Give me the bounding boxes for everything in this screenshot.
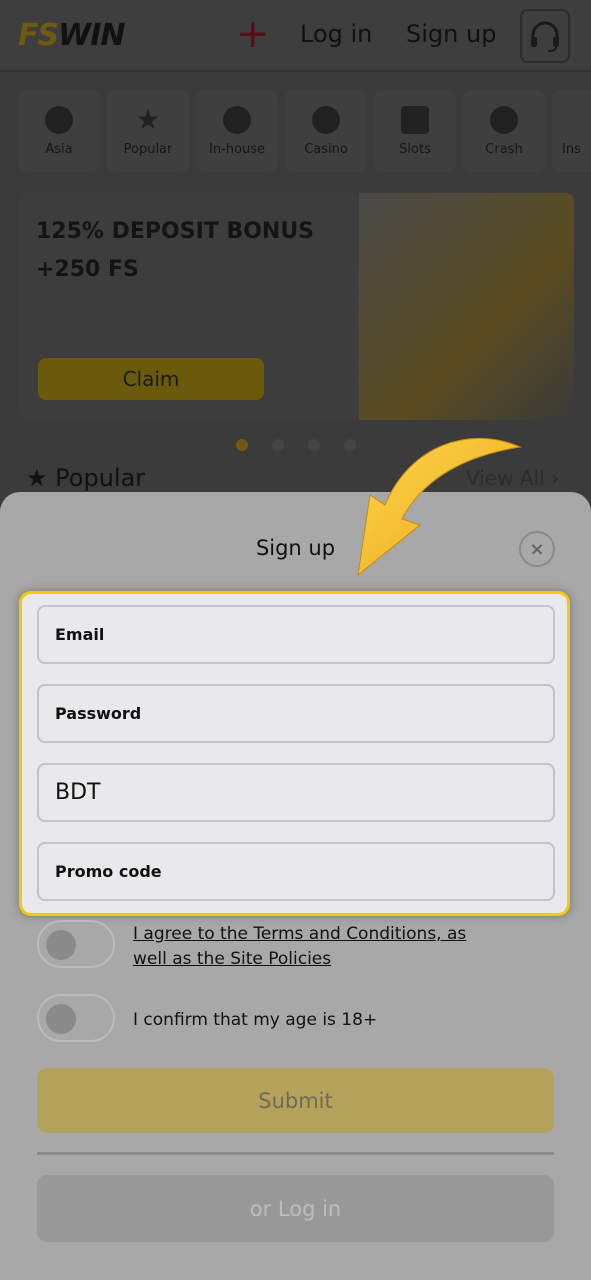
slot-machine-icon	[401, 105, 429, 134]
terms-toggle[interactable]	[37, 920, 115, 968]
email-field[interactable]: Email	[37, 605, 555, 664]
category-slots[interactable]: Slots	[374, 90, 456, 172]
instant-icon	[562, 106, 576, 134]
plus-icon[interactable]: +	[236, 14, 270, 54]
category-label: Ins	[562, 141, 581, 157]
category-instant[interactable]: Ins	[552, 90, 591, 172]
carousel-dot[interactable]	[308, 439, 320, 451]
category-casino[interactable]: Casino	[285, 90, 367, 172]
roulette-icon	[312, 105, 340, 134]
category-in-house[interactable]: In-house	[196, 90, 278, 172]
login-link[interactable]: Log in	[300, 20, 372, 48]
headset-icon	[531, 21, 559, 52]
curved-arrow-icon	[357, 437, 522, 577]
star-icon: ★	[26, 464, 48, 492]
terms-line1[interactable]: I agree to the Terms and Conditions, as	[133, 922, 466, 947]
support-button[interactable]	[520, 9, 570, 63]
carousel-dot[interactable]	[236, 439, 248, 451]
in-house-icon	[223, 105, 251, 134]
banner-title: 125% DEPOSIT BONUS +250 FS	[36, 213, 314, 289]
logo[interactable]: FSWIN	[18, 18, 125, 53]
category-bar: Asia ★ Popular In-house Casino Slots Cras…	[18, 90, 591, 172]
login-button[interactable]: or Log in	[37, 1175, 554, 1242]
terms-line2[interactable]: well as the Site Policies	[133, 947, 466, 972]
banner-line2: +250 FS	[36, 257, 139, 282]
category-label: Slots	[399, 141, 431, 157]
section-title: ★ Popular	[26, 464, 145, 492]
promo-banner[interactable]: 125% DEPOSIT BONUS +250 FS Claim	[18, 193, 574, 420]
category-label: Asia	[45, 141, 73, 157]
logo-fs: FS	[18, 18, 59, 53]
banner-image	[359, 193, 574, 420]
category-label: Casino	[304, 141, 348, 157]
claim-button[interactable]: Claim	[38, 358, 264, 400]
category-label: In-house	[209, 141, 265, 157]
toggle-knob	[46, 1004, 76, 1034]
promo-code-field[interactable]: Promo code	[37, 842, 555, 901]
carousel-dots	[236, 439, 356, 451]
star-icon: ★	[135, 102, 161, 136]
yin-yang-icon	[45, 105, 73, 134]
toggle-knob	[46, 930, 76, 960]
currency-select[interactable]: BDT	[37, 763, 555, 822]
section-title-text: Popular	[55, 464, 146, 492]
plane-icon	[490, 105, 518, 134]
category-label: Crash	[485, 141, 523, 157]
category-asia[interactable]: Asia	[18, 90, 100, 172]
terms-link[interactable]: I agree to the Terms and Conditions, as w…	[133, 922, 466, 972]
signup-link[interactable]: Sign up	[406, 20, 496, 48]
header: FSWIN + Log in Sign up	[0, 0, 591, 72]
logo-win: WIN	[58, 18, 125, 53]
close-icon: ×	[529, 538, 545, 560]
category-popular[interactable]: ★ Popular	[107, 90, 189, 172]
divider	[37, 1152, 554, 1155]
age-toggle[interactable]	[37, 994, 115, 1042]
carousel-dot[interactable]	[272, 439, 284, 451]
submit-button[interactable]: Submit	[37, 1068, 554, 1133]
category-label: Popular	[123, 141, 173, 157]
banner-line1: 125% DEPOSIT BONUS	[36, 219, 315, 244]
password-field[interactable]: Password	[37, 684, 555, 743]
age-label: I confirm that my age is 18+	[133, 1010, 378, 1030]
category-crash[interactable]: Crash	[463, 90, 545, 172]
